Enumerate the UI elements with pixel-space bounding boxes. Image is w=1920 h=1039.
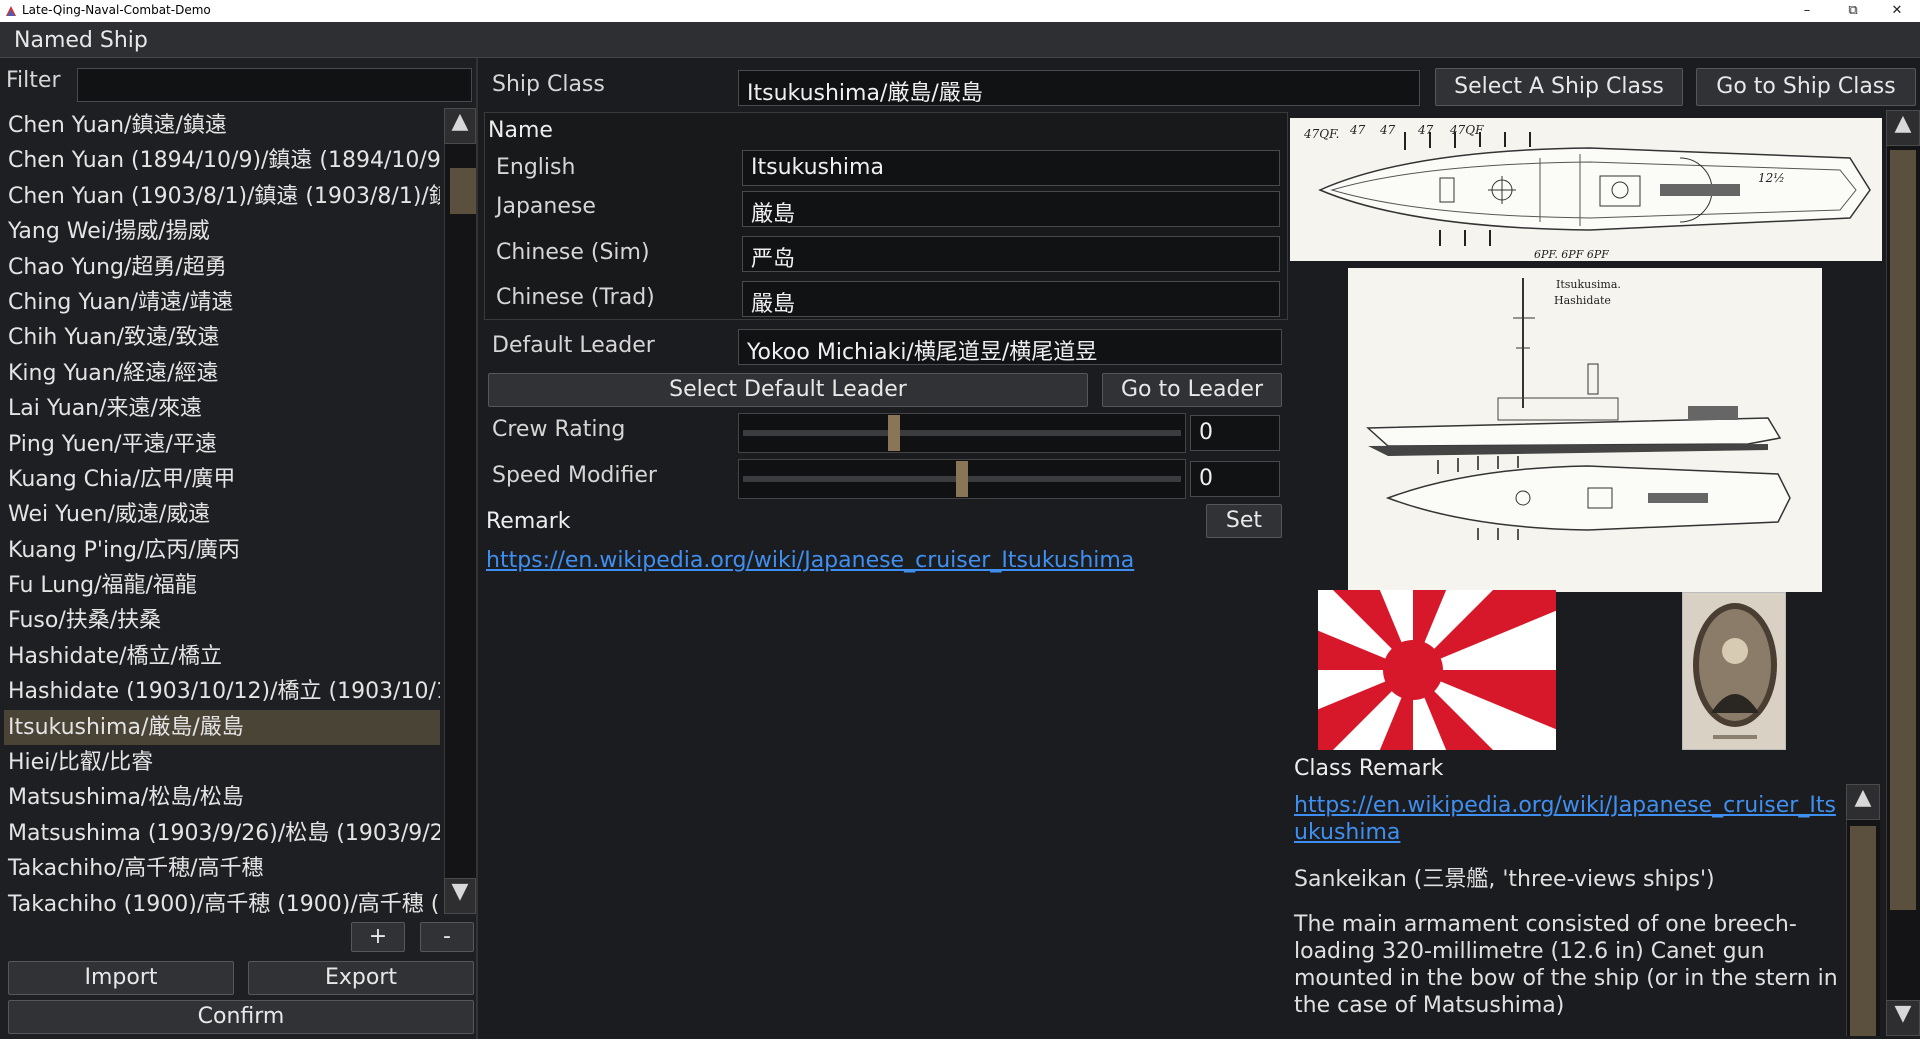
crew-rating-slider-handle[interactable] [887, 415, 900, 451]
maximize-button[interactable]: ⧉ [1830, 0, 1876, 22]
ship-list-item[interactable]: Fu Lung/福龍/福龍 [4, 568, 440, 603]
ship-list-item[interactable]: Matsushima (1903/9/26)/松島 (1903/9/26 [4, 816, 440, 851]
select-ship-class-button[interactable]: Select A Ship Class [1435, 68, 1683, 106]
japanese-label: Japanese [496, 194, 596, 219]
ship-list-item[interactable]: Chih Yuan/致遠/致遠 [4, 320, 440, 355]
class-remark-scroll-thumb[interactable] [1850, 826, 1876, 1036]
scroll-up-icon[interactable]: ▲ [1886, 110, 1920, 146]
class-remark-text: Sankeikan (三景艦, 'three-views ships') [1294, 867, 1715, 892]
ship-list-item[interactable]: Kuang P'ing/広丙/廣丙 [4, 533, 440, 568]
ship-list-item[interactable]: Lai Yuan/来遠/來遠 [4, 391, 440, 426]
default-leader-label: Default Leader [492, 333, 655, 358]
ship-list-item[interactable]: Fuso/扶桑/扶桑 [4, 603, 440, 638]
ship-list-scrollbar[interactable] [444, 108, 476, 914]
ship-list-item[interactable]: Yang Wei/揚威/揚威 [4, 214, 440, 249]
ship-list-item[interactable]: Takachiho/高千穂/高千穗 [4, 851, 440, 886]
chinese-trad-name-field[interactable]: 嚴島 [742, 281, 1280, 317]
speed-modifier-slider-handle[interactable] [956, 461, 968, 497]
ship-class-label: Ship Class [492, 72, 605, 97]
ship-list-item[interactable]: Ping Yuen/平遠/平遠 [4, 427, 440, 462]
speed-modifier-value[interactable]: 0 [1190, 461, 1280, 497]
image-caption: Itsukusima. [1556, 278, 1621, 291]
window-title: Late-Qing-Naval-Combat-Demo [22, 3, 211, 17]
ship-list-item[interactable]: King Yuan/経遠/經遠 [4, 356, 440, 391]
go-to-ship-class-button[interactable]: Go to Ship Class [1696, 68, 1916, 106]
diagram-label: 6PF. 6PF 6PF [1534, 248, 1609, 261]
filter-label: Filter [6, 68, 61, 93]
ship-elevation-image: Itsukusima. Hashidate [1348, 268, 1822, 592]
select-default-leader-button[interactable]: Select Default Leader [488, 373, 1088, 407]
ship-list-item[interactable]: Chen Yuan (1903/8/1)/鎮遠 (1903/8/1)/鎮 [4, 179, 440, 214]
rising-sun-flag-image [1318, 590, 1556, 750]
ship-list-item[interactable]: Wei Yuen/威遠/威遠 [4, 497, 440, 532]
crew-rating-slider[interactable] [738, 413, 1186, 453]
window-titlebar: Late-Qing-Naval-Combat-Demo – ⧉ ✕ [0, 0, 1920, 22]
ship-list-item[interactable]: Itsukushima/厳島/嚴島 [4, 709, 440, 746]
class-remark-line: the case of Matsushima) [1294, 993, 1565, 1018]
chinese-sim-name-field[interactable]: 严岛 [742, 236, 1280, 272]
remark-link[interactable]: https://en.wikipedia.org/wiki/Japanese_c… [486, 548, 1134, 573]
class-remark-line: loading 320-millimetre (12.6 in) Canet g… [1294, 939, 1765, 964]
english-name-field[interactable]: Itsukushima [742, 150, 1280, 186]
go-to-leader-button[interactable]: Go to Leader [1102, 373, 1282, 407]
speed-modifier-slider[interactable] [738, 459, 1186, 499]
panel-header: Named Ship [0, 22, 1920, 58]
import-button[interactable]: Import [8, 961, 234, 995]
scroll-down-icon[interactable]: ▼ [444, 878, 476, 914]
ship-list-item[interactable]: Hashidate/橋立/橋立 [4, 639, 440, 674]
confirm-button[interactable]: Confirm [8, 1000, 474, 1034]
remove-ship-button[interactable]: - [420, 922, 474, 952]
scroll-up-icon[interactable]: ▲ [1846, 784, 1880, 820]
ship-plan-image: 47QF. 47 47 47 47QF 12½ 6PF. 6PF 6PF [1290, 118, 1882, 261]
name-header: Name [488, 118, 553, 143]
class-remark-line: mounted in the bow of the ship (or in th… [1294, 966, 1838, 991]
diagram-label: 47 [1349, 123, 1366, 137]
crew-rating-label: Crew Rating [492, 417, 626, 442]
right-panel-scroll-thumb[interactable] [1890, 150, 1916, 910]
ship-list-item[interactable]: Chen Yuan/鎮遠/鎮遠 [4, 108, 440, 143]
ship-list-item[interactable]: Chen Yuan (1894/10/9)/鎮遠 (1894/10/9)/ [4, 143, 440, 178]
ship-list-item[interactable]: Matsushima/松島/松島 [4, 780, 440, 815]
app-icon [6, 6, 16, 16]
ship-class-field[interactable]: Itsukushima/厳島/嚴島 [738, 70, 1420, 106]
class-remark-link[interactable]: https://en.wikipedia.org/wiki/Japanese_c… [1294, 793, 1836, 818]
scroll-down-icon[interactable]: ▼ [1886, 1000, 1920, 1036]
diagram-label: 47 [1379, 123, 1396, 137]
ship-list-item[interactable]: Kuang Chia/広甲/廣甲 [4, 462, 440, 497]
diagram-label: 12½ [1758, 171, 1785, 185]
close-button[interactable]: ✕ [1874, 0, 1920, 22]
default-leader-field[interactable]: Yokoo Michiaki/横尾道昱/横尾道昱 [738, 329, 1282, 365]
chinese-trad-label: Chinese (Trad) [496, 285, 655, 310]
ship-list-item[interactable]: Hashidate (1903/10/12)/橋立 (1903/10/12 [4, 674, 440, 709]
class-remark-line: The main armament consisted of one breec… [1294, 912, 1797, 937]
diagram-label: 47QF [1449, 123, 1484, 137]
ship-list-scroll-thumb[interactable] [450, 168, 476, 214]
ship-list-item[interactable]: Hiei/比叡/比睿 [4, 745, 440, 780]
ship-list-item[interactable]: Ching Yuan/靖遠/靖遠 [4, 285, 440, 320]
ship-list-item[interactable]: Chao Yung/超勇/超勇 [4, 250, 440, 285]
english-label: English [496, 155, 576, 180]
export-button[interactable]: Export [248, 961, 474, 995]
minimize-button[interactable]: – [1784, 0, 1830, 22]
diagram-label: 47QF. [1303, 127, 1339, 141]
class-remark-label: Class Remark [1294, 756, 1444, 781]
ship-list-item[interactable]: Takachiho (1900)/高千穂 (1900)/高千穗 (1 [4, 887, 440, 918]
speed-modifier-label: Speed Modifier [492, 463, 657, 488]
leader-portrait-image [1682, 592, 1786, 750]
ship-list: Chen Yuan/鎮遠/鎮遠 Chen Yuan (1894/10/9)/鎮遠 … [4, 108, 440, 918]
scroll-up-icon[interactable]: ▲ [444, 108, 476, 144]
diagram-label: 47 [1417, 123, 1434, 137]
chinese-sim-label: Chinese (Sim) [496, 240, 650, 265]
set-remark-button[interactable]: Set [1206, 504, 1282, 538]
class-remark-link-continued[interactable]: ukushima [1294, 820, 1400, 845]
image-caption: Hashidate [1554, 294, 1611, 307]
japanese-name-field[interactable]: 厳島 [742, 191, 1280, 227]
remark-label: Remark [486, 509, 571, 534]
crew-rating-value[interactable]: 0 [1190, 415, 1280, 451]
add-ship-button[interactable]: + [351, 922, 405, 952]
filter-input[interactable] [77, 68, 472, 102]
panel-title: Named Ship [14, 28, 148, 53]
